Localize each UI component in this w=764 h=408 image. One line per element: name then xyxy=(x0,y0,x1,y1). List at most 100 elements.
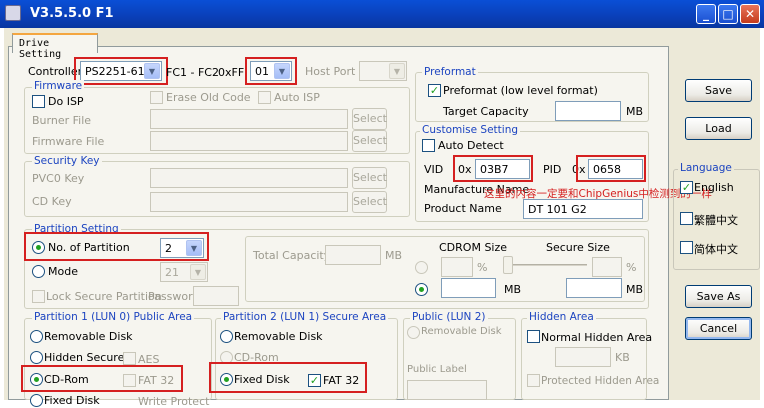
do-isp-checkbox[interactable] xyxy=(32,95,45,108)
cdrom-mb-radio[interactable] xyxy=(415,283,428,296)
window-title: V3.5.5.0 F1 xyxy=(30,6,114,21)
cd-key-label: CD Key xyxy=(32,195,72,208)
title-bar: V3.5.5.0 F1 _ □ ✕ xyxy=(0,0,764,28)
highlight-box xyxy=(576,155,646,182)
pvc0-key-label: PVC0 Key xyxy=(32,172,85,185)
secure-mb-unit: MB xyxy=(626,283,644,296)
secure-mb-input[interactable] xyxy=(566,278,622,298)
highlight-box xyxy=(209,362,367,393)
lun0-fixed-disk-label: Fixed Disk xyxy=(44,394,100,407)
lun2-removable-label: Removable Disk xyxy=(421,326,502,337)
cdrom-percent-radio[interactable] xyxy=(415,261,428,274)
write-protect-label: Write Protect xyxy=(138,395,210,408)
cdrom-percent-unit: % xyxy=(477,261,488,274)
language-title: Language xyxy=(678,162,734,174)
public-label-input[interactable] xyxy=(407,380,487,400)
lock-secure-label: Lock Secure Partition xyxy=(46,290,162,303)
maximize-button[interactable]: □ xyxy=(718,4,738,24)
simp-chinese-label: 简体中文 xyxy=(694,243,738,256)
mode-select[interactable]: 21 ▼ xyxy=(160,262,208,282)
aes-checkbox[interactable] xyxy=(123,352,136,365)
preformat-label: Preformat (low level format) xyxy=(443,84,598,97)
normal-hidden-label: Normal Hidden Area xyxy=(541,331,653,344)
firmware-file-input[interactable] xyxy=(150,131,348,151)
customise-setting-title: Customise Setting xyxy=(420,124,521,136)
auto-isp-checkbox[interactable] xyxy=(258,91,271,104)
mode-radio[interactable] xyxy=(32,265,45,278)
lun0-hidden-secure-radio[interactable] xyxy=(30,351,43,364)
highlight-box xyxy=(21,365,183,392)
highlight-box xyxy=(24,232,209,261)
auto-detect-label: Auto Detect xyxy=(438,139,504,152)
lock-secure-checkbox[interactable] xyxy=(32,290,45,303)
firmware-select-button[interactable]: Select xyxy=(352,130,387,152)
protected-hidden-label: Protected Hidden Area xyxy=(541,375,660,387)
auto-detect-checkbox[interactable] xyxy=(422,139,435,152)
cdrom-mb-input[interactable] xyxy=(441,278,496,298)
total-capacity-input[interactable] xyxy=(325,245,381,265)
erase-old-code-checkbox[interactable] xyxy=(150,91,163,104)
cdrom-mb-unit: MB xyxy=(504,283,522,296)
cdrom-percent-input[interactable] xyxy=(441,257,473,277)
simp-chinese-checkbox[interactable] xyxy=(680,241,693,254)
protected-hidden-checkbox[interactable] xyxy=(527,374,540,387)
cdrom-size-label: CDROM Size xyxy=(439,241,508,254)
vid-label: VID xyxy=(424,163,444,176)
host-port-select[interactable]: ▼ xyxy=(359,61,407,81)
mode-value: 21 xyxy=(165,266,179,279)
save-button[interactable]: Save xyxy=(685,79,752,102)
cd-key-input[interactable] xyxy=(150,192,348,212)
tab-drive-setting[interactable]: Drive Setting xyxy=(12,33,98,60)
cd-key-select-button[interactable]: Select xyxy=(352,191,387,213)
product-name-input[interactable]: DT 101 G2 xyxy=(523,199,643,219)
app-icon xyxy=(5,5,21,21)
auto-isp-label: Auto ISP xyxy=(274,91,320,104)
lun0-fixed-disk-radio[interactable] xyxy=(30,394,43,407)
do-isp-label: Do ISP xyxy=(48,95,84,108)
size-slider-thumb[interactable] xyxy=(503,256,513,274)
load-button[interactable]: Load xyxy=(685,117,752,140)
password-input[interactable] xyxy=(193,286,239,306)
hidden-size-unit: KB xyxy=(615,351,630,364)
lun1-removable-radio[interactable] xyxy=(220,330,233,343)
burner-file-label: Burner File xyxy=(32,114,92,127)
product-name-label: Product Name xyxy=(424,202,502,215)
size-slider-track xyxy=(503,264,587,266)
minimize-button[interactable]: _ xyxy=(696,4,716,24)
secure-percent-unit: % xyxy=(626,261,637,274)
secure-size-label: Secure Size xyxy=(546,241,610,254)
pid-label: PID xyxy=(543,163,562,176)
mode-label: Mode xyxy=(48,265,78,278)
highlight-box xyxy=(245,57,297,85)
cancel-button[interactable]: Cancel xyxy=(685,317,752,340)
chevron-down-icon: ▼ xyxy=(190,264,206,280)
lun0-removable-radio[interactable] xyxy=(30,330,43,343)
preformat-checkbox[interactable]: ✓ xyxy=(428,84,441,97)
lun0-hidden-secure-label: Hidden Secure xyxy=(44,351,125,364)
trad-chinese-checkbox[interactable] xyxy=(680,212,693,225)
lun2-title: Public (LUN 2) xyxy=(410,311,488,323)
lun2-removable-radio[interactable] xyxy=(407,326,420,339)
total-capacity-label: Total Capacity xyxy=(253,249,331,262)
pvc0-select-button[interactable]: Select xyxy=(352,167,387,189)
trad-chinese-label: 繁體中文 xyxy=(694,214,738,227)
host-port-label: Host Port xyxy=(305,65,356,78)
target-capacity-label: Target Capacity xyxy=(443,105,529,118)
firmware-file-label: Firmware File xyxy=(32,135,105,148)
normal-hidden-checkbox[interactable] xyxy=(527,330,540,343)
total-capacity-unit: MB xyxy=(385,249,403,262)
close-button[interactable]: ✕ xyxy=(740,4,760,24)
hidden-size-input[interactable] xyxy=(555,347,611,367)
secure-percent-input[interactable] xyxy=(592,257,622,277)
security-key-title: Security Key xyxy=(32,155,102,167)
burner-file-input[interactable] xyxy=(150,109,348,129)
save-as-button[interactable]: Save As xyxy=(685,285,752,308)
lun1-title: Partition 2 (LUN 1) Secure Area xyxy=(221,311,389,323)
burner-select-button[interactable]: Select xyxy=(352,108,387,130)
english-checkbox[interactable]: ✓ xyxy=(680,181,693,194)
erase-old-code-label: Erase Old Code xyxy=(166,91,251,104)
english-label: English xyxy=(694,181,734,194)
pvc0-key-input[interactable] xyxy=(150,168,348,188)
target-capacity-input[interactable] xyxy=(555,101,621,121)
password-label: Password xyxy=(148,290,200,303)
